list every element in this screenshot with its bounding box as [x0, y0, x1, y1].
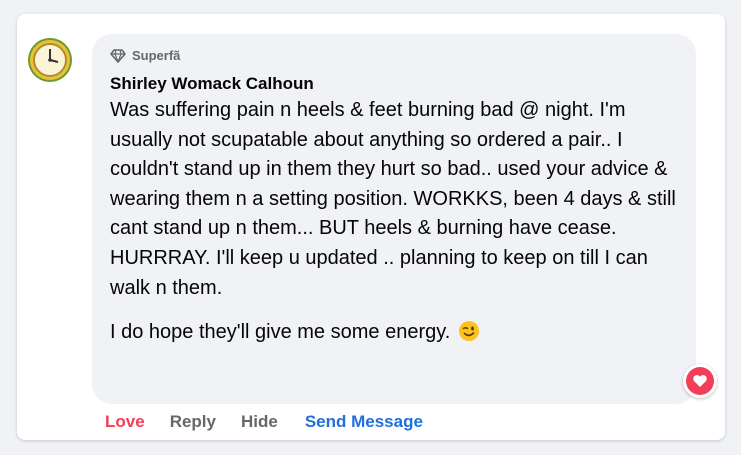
reaction-badge[interactable] — [683, 364, 717, 398]
winking-face-icon — [458, 321, 479, 342]
badge-label: Superfã — [132, 48, 181, 63]
top-fan-badge[interactable]: Superfã — [110, 48, 180, 63]
comment-paragraph: I do hope they'll give me some energy. — [110, 318, 685, 348]
reply-button[interactable]: Reply — [170, 412, 216, 432]
comment-line: I do hope they'll give me some energy. — [110, 321, 451, 344]
diamond-icon — [110, 48, 126, 63]
author-name[interactable]: Shirley Womack Calhoun — [110, 74, 314, 94]
comment-paragraph: Was suffering pain n heels & feet burnin… — [110, 99, 676, 299]
love-button[interactable]: Love — [105, 412, 145, 432]
hide-button[interactable]: Hide — [241, 412, 278, 432]
send-message-button[interactable]: Send Message — [305, 412, 423, 432]
avatar[interactable] — [28, 38, 72, 82]
comment-text: Was suffering pain n heels & feet burnin… — [110, 96, 685, 348]
love-reaction-icon — [686, 367, 714, 395]
clock-icon — [28, 38, 72, 82]
comment-actions: Love Reply Hide Send Message — [105, 412, 423, 432]
heart-icon — [693, 375, 707, 387]
comment-bubble: Superfã Shirley Womack Calhoun Was suffe… — [92, 34, 696, 404]
